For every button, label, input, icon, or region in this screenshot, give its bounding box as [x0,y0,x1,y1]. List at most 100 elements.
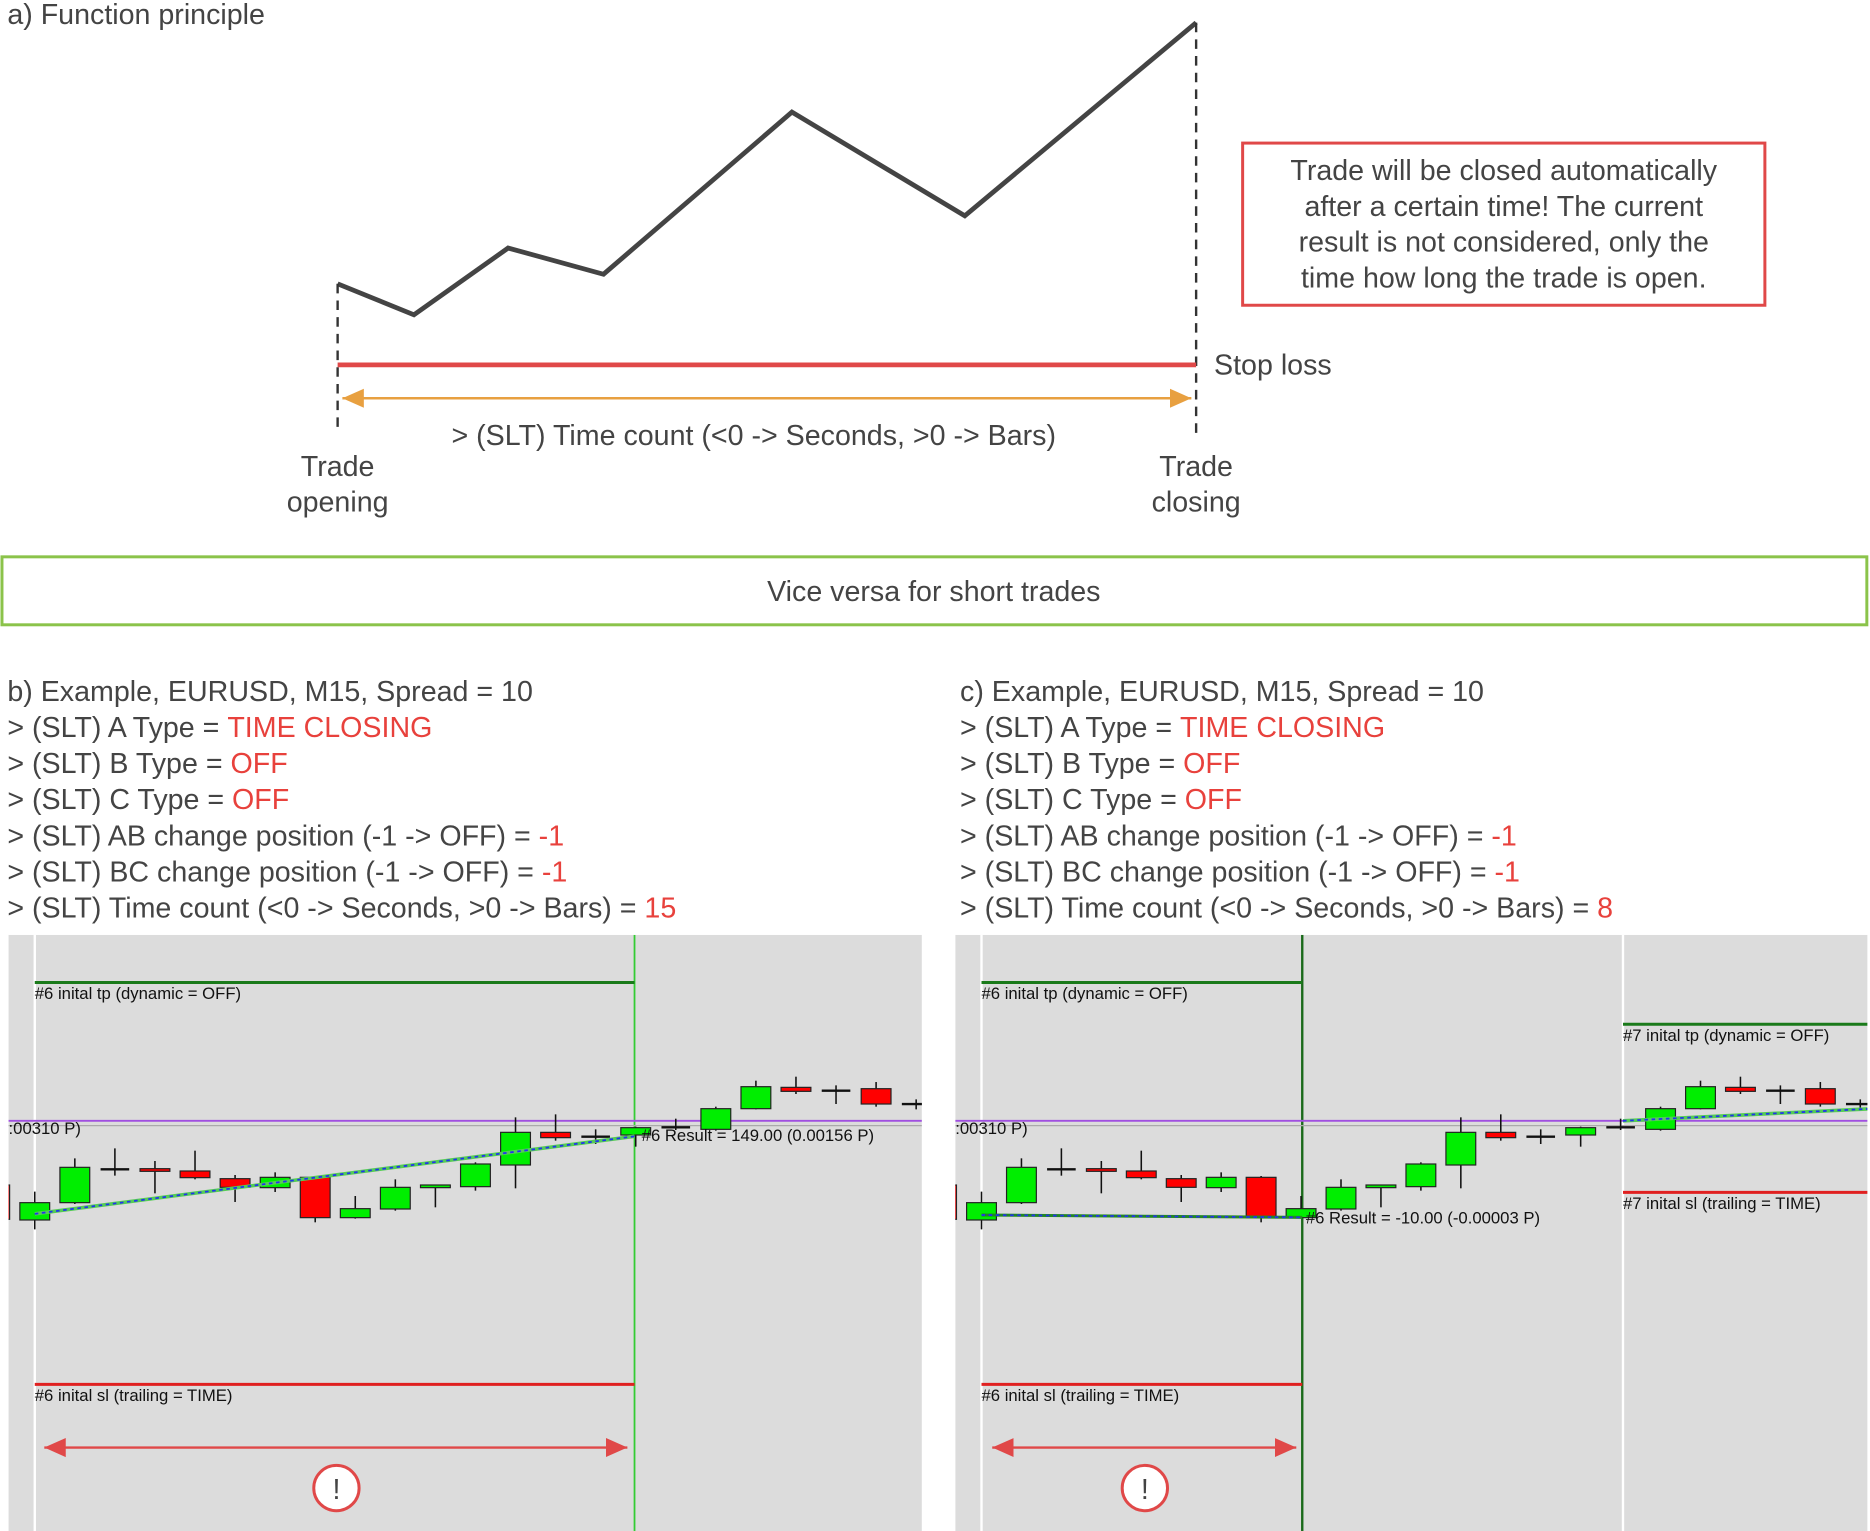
candle-body [179,1170,211,1179]
candle-body [1205,1176,1237,1189]
candle [1405,1162,1437,1191]
stop-loss-label: Stop loss [1214,349,1332,381]
candle-body [540,1131,572,1139]
example-b-settings: b) Example, EURUSD, M15, Spread = 10 > (S… [7,676,676,924]
candle-body [740,1086,772,1110]
trade-opening-label-1: Trade [301,451,375,483]
setting-label: > (SLT) AB change position (-1 -> OFF) = [7,820,538,852]
setting-value: OFF [1183,748,1240,780]
candle-body [1365,1184,1397,1189]
candle-body [8,1184,11,1220]
setting-line: > (SLT) C Type = OFF [7,784,289,816]
diagram-title: a) Function principle [7,0,265,31]
setting-line: > (SLT) C Type = OFF [960,784,1242,816]
candle-body [379,1186,411,1210]
setting-value: TIME CLOSING [227,712,432,744]
candle-body [59,1166,91,1204]
setting-value: -1 [1495,856,1520,888]
setting-value: OFF [1185,784,1242,816]
candle [1245,1175,1277,1223]
chart-b-background [8,934,922,1531]
setting-line: > (SLT) AB change position (-1 -> OFF) =… [7,820,564,852]
chart-c: #6 inital tp (dynamic = OFF) #6 inital s… [955,934,1868,1531]
candle-body [419,1184,451,1189]
setting-value: -1 [1491,820,1516,852]
setting-line: > (SLT) Time count (<0 -> Seconds, >0 ->… [7,893,676,925]
setting-line: > (SLT) B Type = OFF [7,748,287,780]
note-line-3: result is not considered, only the [1299,227,1709,259]
setting-label: > (SLT) A Type = [960,712,1180,744]
candle-body [299,1176,331,1219]
candle-body [339,1208,371,1219]
example-heading: b) Example, EURUSD, M15, Spread = 10 [7,676,533,708]
chart-b: #6 inital tp (dynamic = OFF) #6 inital s… [8,934,922,1531]
warning-symbol: ! [1141,1474,1149,1506]
candle-body [1005,1166,1037,1204]
candle-body [1245,1176,1277,1219]
tp-label: #6 inital tp (dynamic = OFF) [35,984,241,1003]
setting-label: > (SLT) B Type = [960,748,1183,780]
setting-label: > (SLT) AB change position (-1 -> OFF) = [960,820,1491,852]
setting-label: > (SLT) Time count (<0 -> Seconds, >0 ->… [7,893,644,925]
candle-body [1325,1186,1357,1210]
trade-opening-label-2: opening [287,487,389,519]
banner-text: Vice versa for short trades [767,576,1100,608]
setting-value: -1 [539,820,564,852]
note-line-2: after a certain time! The current [1304,191,1703,223]
setting-line: > (SLT) B Type = OFF [960,748,1240,780]
figure: a) Function principle Stop loss > (SLT) … [0,0,1869,1531]
example-c-settings: c) Example, EURUSD, M15, Spread = 10 > (S… [960,676,1613,924]
candle-body [1125,1170,1157,1179]
setting-line: > (SLT) Time count (<0 -> Seconds, >0 ->… [960,893,1613,925]
candle-body [966,1202,998,1221]
tp7-label: #7 inital tp (dynamic = OFF) [1623,1026,1829,1045]
setting-line: > (SLT) A Type = TIME CLOSING [960,712,1385,744]
candle-body [1085,1168,1117,1172]
level-label: :00310 P) [9,1119,81,1138]
candle-body [1445,1131,1477,1166]
tp-label: #6 inital tp (dynamic = OFF) [982,984,1188,1003]
setting-label: > (SLT) A Type = [7,712,227,744]
trade-closing-label-2: closing [1152,487,1241,519]
warning-symbol: ! [332,1474,340,1506]
setting-value: 15 [644,893,676,925]
setting-line: > (SLT) BC change position (-1 -> OFF) =… [960,856,1520,888]
candle-body [1804,1088,1836,1105]
level-label: :00310 P) [955,1119,1027,1138]
candle-body [1165,1178,1197,1188]
candle-body [1684,1086,1717,1110]
note-line-4: time how long the trade is open. [1301,262,1707,294]
setting-label: > (SLT) BC change position (-1 -> OFF) = [960,856,1495,888]
setting-label: > (SLT) BC change position (-1 -> OFF) = [7,856,542,888]
candle-body [955,1184,958,1220]
result-label: #6 Result = 149.00 (0.00156 P) [642,1126,874,1145]
candle [955,1184,958,1220]
setting-label: > (SLT) C Type = [7,784,232,816]
setting-value: -1 [542,856,567,888]
setting-value: 8 [1597,893,1613,925]
sl-label: #6 inital sl (trailing = TIME) [982,1386,1180,1405]
candle-body [1724,1086,1756,1092]
setting-label: > (SLT) B Type = [7,748,230,780]
candle [459,1162,491,1191]
setting-value: OFF [232,784,289,816]
candle-body [1485,1131,1517,1139]
candle-body [1565,1127,1597,1136]
candle [299,1175,331,1223]
candle [8,1184,11,1220]
setting-line: > (SLT) AB change position (-1 -> OFF) =… [960,820,1517,852]
candle-body [780,1086,812,1092]
setting-line: > (SLT) BC change position (-1 -> OFF) =… [7,856,567,888]
candle-body [459,1163,491,1188]
result-label: #6 Result = -10.00 (-0.00003 P) [1306,1208,1540,1227]
example-heading: c) Example, EURUSD, M15, Spread = 10 [960,676,1484,708]
setting-value: TIME CLOSING [1180,712,1385,744]
setting-line: > (SLT) A Type = TIME CLOSING [7,712,432,744]
sl7-label: #7 inital sl (trailing = TIME) [1623,1194,1821,1213]
candle-body [860,1088,892,1105]
price-path [336,20,1198,318]
note-line-1: Trade will be closed automatically [1290,155,1717,187]
setting-value: OFF [230,748,287,780]
setting-label: > (SLT) Time count (<0 -> Seconds, >0 ->… [960,893,1597,925]
sl-label: #6 inital sl (trailing = TIME) [35,1386,233,1405]
